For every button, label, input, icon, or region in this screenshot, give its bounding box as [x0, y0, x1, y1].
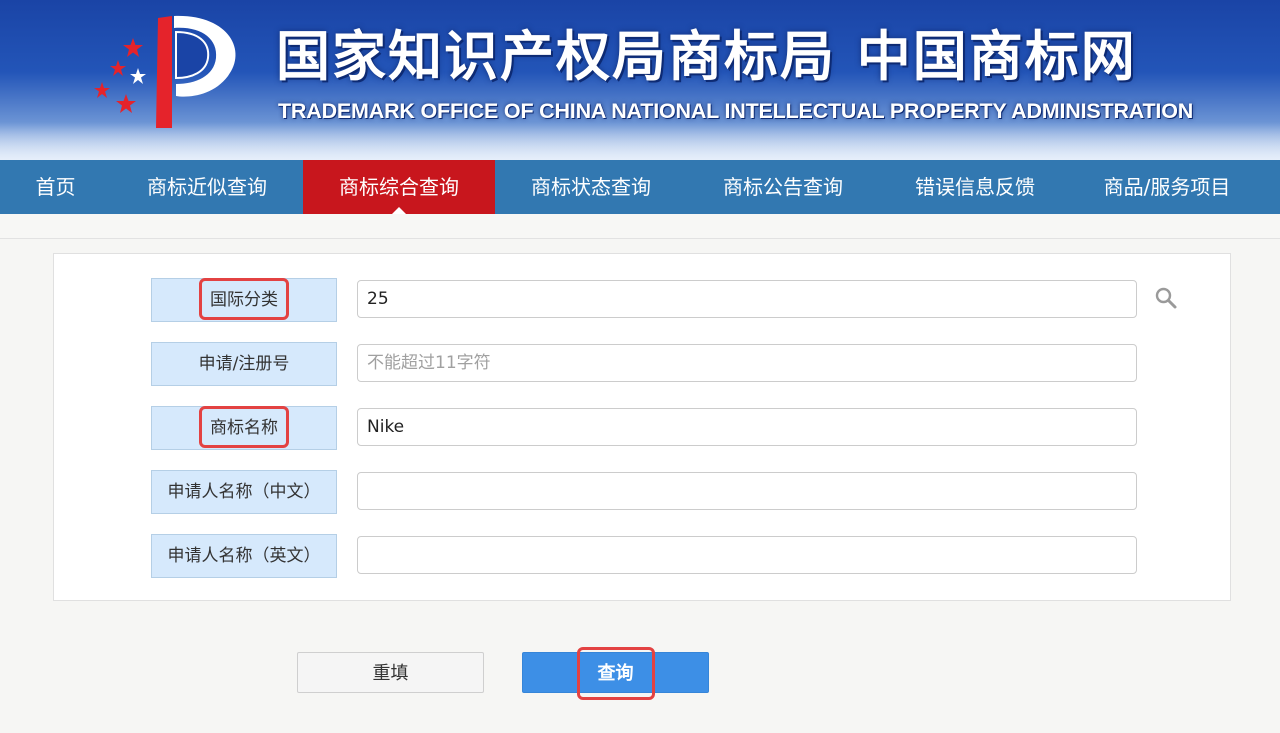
search-form-panel: 国际分类 申请/注册号 商标名称 申请人名称（中文） 申请人名称（英文） [53, 253, 1231, 601]
header-banner: 国家知识产权局商标局 中国商标网 TRADEMARK OFFICE OF CHI… [0, 0, 1280, 160]
form-row-trademark-name: 商标名称 [54, 406, 1232, 450]
site-title-en: TRADEMARK OFFICE OF CHINA NATIONAL INTEL… [278, 99, 1194, 123]
form-row-intl-class: 国际分类 [54, 278, 1232, 322]
site-title-cn: 国家知识产权局商标局 中国商标网 [276, 25, 1137, 88]
form-row-applicant-cn: 申请人名称（中文） [54, 470, 1232, 514]
form-row-reg-number: 申请/注册号 [54, 342, 1232, 386]
cnipa-logo-icon [94, 15, 236, 128]
nav-item-home[interactable]: 首页 [0, 160, 111, 214]
applicant-en-input[interactable] [357, 536, 1137, 574]
intl-class-label: 国际分类 [151, 278, 337, 322]
applicant-en-label: 申请人名称（英文） [151, 534, 337, 578]
reg-number-input[interactable] [357, 344, 1137, 382]
search-icon[interactable] [1154, 286, 1178, 310]
trademark-name-label: 商标名称 [151, 406, 337, 450]
trademark-name-input[interactable] [357, 408, 1137, 446]
nav-item-similar-search[interactable]: 商标近似查询 [111, 160, 303, 214]
main-nav: 首页 商标近似查询 商标综合查询 商标状态查询 商标公告查询 错误信息反馈 商品… [0, 160, 1280, 214]
nav-item-error-feedback[interactable]: 错误信息反馈 [879, 160, 1071, 214]
reg-number-label: 申请/注册号 [151, 342, 337, 386]
form-row-applicant-en: 申请人名称（英文） [54, 534, 1232, 578]
intl-class-input[interactable] [357, 280, 1137, 318]
query-button[interactable]: 查询 [522, 647, 709, 700]
query-button-label: 查询 [576, 647, 655, 700]
nav-item-goods-services[interactable]: 商品/服务项目 [1071, 160, 1263, 214]
reset-button[interactable]: 重填 [297, 652, 484, 693]
nav-item-status-search[interactable]: 商标状态查询 [495, 160, 687, 214]
applicant-cn-label: 申请人名称（中文） [151, 470, 337, 514]
intl-class-label-text: 国际分类 [199, 278, 289, 320]
applicant-cn-input[interactable] [357, 472, 1137, 510]
nav-item-announcement-search[interactable]: 商标公告查询 [687, 160, 879, 214]
nav-item-comprehensive-search[interactable]: 商标综合查询 [303, 160, 495, 214]
trademark-name-label-text: 商标名称 [199, 406, 289, 448]
